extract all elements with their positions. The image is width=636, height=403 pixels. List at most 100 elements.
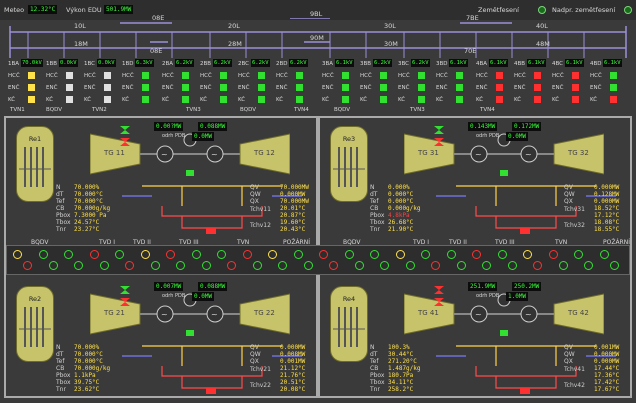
pump-icon[interactable] xyxy=(23,261,32,270)
reactor-vessel-icon[interactable]: Re1 xyxy=(16,126,54,202)
fuel-rods-icon xyxy=(19,147,51,187)
pump-icon[interactable] xyxy=(125,261,134,270)
pump-icon[interactable] xyxy=(242,250,252,259)
pump-icon[interactable] xyxy=(64,250,73,259)
pump-icon[interactable] xyxy=(74,261,83,270)
breaker-status-icon xyxy=(220,72,227,79)
pump-icon[interactable] xyxy=(303,261,313,270)
pump-icon[interactable] xyxy=(319,250,328,259)
breaker-status-icon xyxy=(456,84,463,91)
bus-label-28m: 28M xyxy=(228,40,242,48)
section-voltage: 6.1kV xyxy=(335,59,354,67)
pump-icon[interactable] xyxy=(252,261,262,270)
pump-icon[interactable] xyxy=(166,250,175,259)
bus-bottom-label: TVN2 xyxy=(92,107,107,113)
pump-icon[interactable] xyxy=(507,261,517,270)
fuel-rods-icon xyxy=(333,147,365,187)
pump-icon[interactable] xyxy=(227,261,236,270)
reactor-param-label: N xyxy=(370,184,375,191)
auxiliary-strip: BQDV TVD I TVD II TVD III TVN POŽÁRNÍ BQDV TVD … xyxy=(6,239,630,275)
pump-icon[interactable] xyxy=(176,261,185,270)
pump-icon[interactable] xyxy=(472,250,481,259)
steam-valve-icon[interactable] xyxy=(120,124,132,154)
pump-icon[interactable] xyxy=(329,261,338,270)
pump-icon[interactable] xyxy=(599,250,609,259)
svg-text:~: ~ xyxy=(525,310,532,319)
pump-icon[interactable] xyxy=(446,250,456,259)
flow-label: QW xyxy=(250,351,261,358)
section-row-label: HCČ xyxy=(436,73,448,79)
reactor-vessel-icon[interactable]: Re4 xyxy=(330,286,368,362)
pump-icon[interactable] xyxy=(609,261,619,270)
pump-icon[interactable] xyxy=(150,261,160,270)
pump-icon[interactable] xyxy=(548,250,558,259)
pump-icon[interactable] xyxy=(380,261,389,270)
reactor-param-label: Tef xyxy=(370,358,379,365)
pump-icon[interactable] xyxy=(293,250,303,259)
reactor-vessel-icon[interactable]: Re3 xyxy=(330,126,368,202)
section-row-label: KČ xyxy=(276,97,284,103)
pump-icon[interactable] xyxy=(13,250,22,259)
pump-icon[interactable] xyxy=(201,261,211,270)
pump-icon[interactable] xyxy=(370,250,379,259)
condenser-piping-diagram xyxy=(122,185,302,234)
reactor-label: Re3 xyxy=(342,135,356,143)
section-row-label: KČ xyxy=(122,97,130,103)
pump-icon[interactable] xyxy=(140,250,150,259)
aux-system-label: TVD II xyxy=(449,239,467,246)
flow-value: 20.51°C xyxy=(280,379,306,386)
pump-icon[interactable] xyxy=(344,250,354,259)
pump-icon[interactable] xyxy=(89,250,99,259)
pump-icon[interactable] xyxy=(456,261,466,270)
section-row-label: HCČ xyxy=(122,73,134,79)
breaker-status-icon xyxy=(496,72,503,79)
pump-icon[interactable] xyxy=(268,250,277,259)
flow-value: 17.42°C xyxy=(594,379,620,386)
pump-icon[interactable] xyxy=(278,261,287,270)
pump-icon[interactable] xyxy=(482,261,491,270)
breaker-status-icon xyxy=(534,96,541,103)
pump-icon[interactable] xyxy=(558,261,568,270)
steam-valve-icon[interactable] xyxy=(120,284,132,314)
pump-icon[interactable] xyxy=(395,250,405,259)
pump-icon[interactable] xyxy=(191,250,201,259)
bus-label-30l: 30L xyxy=(384,22,396,30)
pump-icon[interactable] xyxy=(421,250,430,259)
breaker-status-icon xyxy=(104,72,111,79)
breaker-status-icon xyxy=(456,96,463,103)
breaker-status-icon xyxy=(296,96,303,103)
section-row-label: ENČ xyxy=(84,85,96,91)
section-row-label: HCČ xyxy=(514,73,526,79)
odber-value: 0.0MW xyxy=(192,292,215,301)
section-row-label: HCČ xyxy=(162,73,174,79)
cooler-label: Tchv31 xyxy=(564,206,585,213)
pump-icon[interactable] xyxy=(584,261,593,270)
reactor-vessel-icon[interactable]: Re2 xyxy=(16,286,54,362)
pump-icon[interactable] xyxy=(354,261,364,270)
pump-icon[interactable] xyxy=(115,250,124,259)
pump-icon[interactable] xyxy=(497,250,507,259)
odber-value: 0.0MW xyxy=(192,132,215,141)
flow-label: QV xyxy=(564,344,573,351)
breaker-status-icon xyxy=(610,72,617,79)
above-ground-label: Nadpr. zemětfesení xyxy=(552,6,616,14)
flow-label: QW xyxy=(564,191,575,198)
pump-icon[interactable] xyxy=(431,261,440,270)
odber-value: 0.0MW xyxy=(506,132,529,141)
pump-icon[interactable] xyxy=(405,261,415,270)
pump-icon[interactable] xyxy=(533,261,542,270)
section-row-label: KČ xyxy=(552,97,560,103)
steam-valve-icon[interactable] xyxy=(434,124,446,154)
flow-value: 20.87°C xyxy=(280,212,306,219)
pump-icon[interactable] xyxy=(48,261,58,270)
pump-icon[interactable] xyxy=(38,250,48,259)
breaker-status-icon xyxy=(142,84,149,91)
reactor-param-value: 30.44°C xyxy=(388,351,414,358)
section-name: 1BC xyxy=(84,61,96,67)
pump-icon[interactable] xyxy=(99,261,109,270)
pump-icon[interactable] xyxy=(574,250,583,259)
pump-icon[interactable] xyxy=(523,250,532,259)
steam-valve-icon[interactable] xyxy=(434,284,446,314)
breaker-status-icon xyxy=(456,72,463,79)
pump-icon[interactable] xyxy=(217,250,226,259)
